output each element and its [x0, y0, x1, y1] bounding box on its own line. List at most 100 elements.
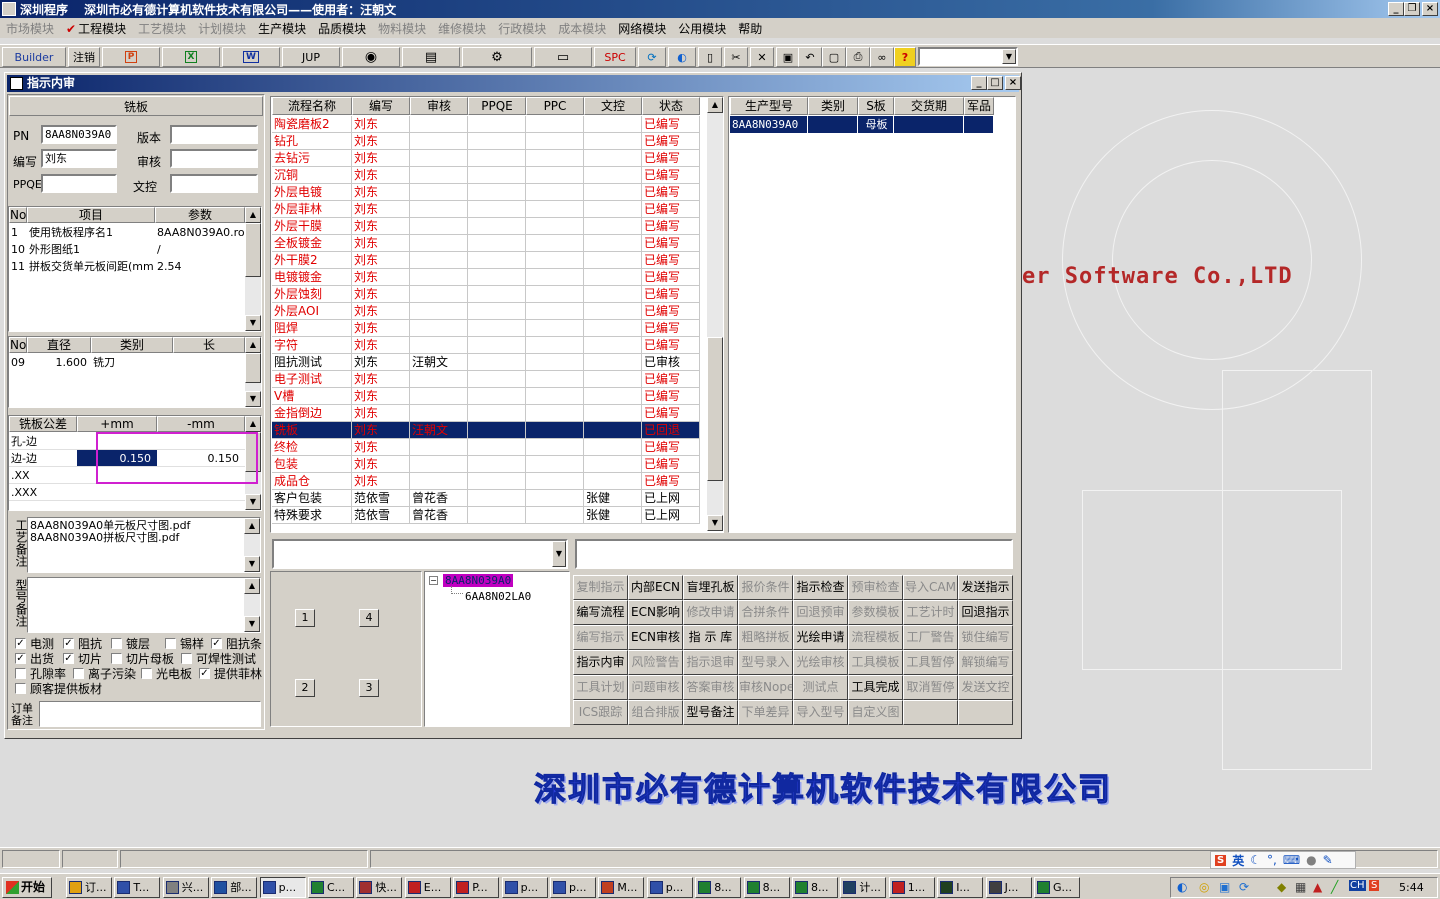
process-row[interactable]: 钻孔 刘东 已编写	[272, 133, 700, 150]
action-button[interactable]: 组合排版	[628, 700, 683, 725]
action-button[interactable]: 光绘审核	[793, 650, 848, 675]
action-button[interactable]: ECN审核	[628, 625, 683, 650]
taskbar-item[interactable]: 快...	[356, 877, 403, 898]
clock[interactable]: 5:44	[1399, 881, 1424, 894]
action-button[interactable]: 修改申请	[683, 600, 738, 625]
powerpoint-button[interactable]: P	[102, 47, 160, 67]
menu-item[interactable]: 公用模块	[672, 20, 732, 37]
process-row[interactable]: 外层干膜 刘东 已编写	[272, 218, 700, 235]
process-header-4[interactable]: PPC	[526, 97, 584, 115]
checkbox-box[interactable]	[15, 668, 26, 679]
checkbox-box[interactable]: ✓	[15, 653, 26, 664]
taskbar-item[interactable]: E...	[404, 877, 451, 898]
close-button[interactable]: ×	[1422, 2, 1438, 16]
process-combo[interactable]: ▼	[272, 539, 568, 569]
menu-item[interactable]: 计划模块	[192, 20, 252, 37]
process-row[interactable]: 电子测试 刘东 已编写	[272, 371, 700, 388]
taskbar-item[interactable]: p...	[550, 877, 596, 898]
taskbar-item[interactable]: C...	[308, 877, 354, 898]
scroll-up-icon[interactable]: ▲	[244, 518, 260, 534]
action-button[interactable]: 报价条件	[738, 575, 793, 600]
craft-note-scrollbar[interactable]: ▲ ▼	[244, 518, 260, 572]
checkbox-box[interactable]	[15, 683, 26, 694]
ime-lang[interactable]: 英	[1232, 852, 1244, 869]
scroll-up-icon[interactable]: ▲	[245, 416, 261, 432]
action-button[interactable]: 复制指示	[573, 575, 628, 600]
user-icon[interactable]: ●	[1306, 853, 1316, 867]
save-button[interactable]: ▣	[776, 47, 800, 67]
model-note-scrollbar[interactable]: ▲ ▼	[244, 578, 260, 632]
action-button[interactable]: 盲埋孔板	[683, 575, 738, 600]
scroll-down-icon[interactable]: ▼	[245, 391, 261, 407]
scroll-down-icon[interactable]: ▼	[244, 556, 260, 572]
process-row[interactable]: 外层电镀 刘东 已编写	[272, 184, 700, 201]
taskbar-item[interactable]: P...	[453, 877, 500, 898]
taskbar-item[interactable]: p...	[259, 877, 306, 898]
chevron-down-icon[interactable]: ▼	[1002, 49, 1016, 64]
checkbox-12[interactable]: ✓ 提供菲林	[199, 665, 262, 682]
tools-cell[interactable]: 1.600	[27, 354, 91, 371]
action-button[interactable]: 指示检查	[793, 575, 848, 600]
tools-cell[interactable]: 09	[9, 354, 27, 371]
checkbox-box[interactable]	[111, 653, 122, 664]
taskbar-item[interactable]: J...	[985, 877, 1032, 898]
model-tree[interactable]: − 8AA8N039A0 6AA8N02LA0	[424, 571, 570, 727]
checkbox-box[interactable]: ✓	[199, 668, 210, 679]
collapse-icon[interactable]: −	[429, 576, 438, 585]
tray-app-icon[interactable]: ╱	[1331, 880, 1338, 894]
computer-button[interactable]: ▭	[534, 47, 592, 67]
action-button[interactable]: ICS跟踪	[573, 700, 628, 725]
taskbar-item[interactable]: I...	[937, 877, 984, 898]
product-header-3[interactable]: 交货期	[894, 97, 964, 115]
process-row[interactable]: 终检 刘东 已编写	[272, 439, 700, 456]
params-cell[interactable]: 外形图纸1	[27, 241, 155, 258]
checkbox-box[interactable]: ✓	[63, 653, 74, 664]
params-cell[interactable]: 2.54	[155, 258, 245, 275]
version-field[interactable]	[170, 125, 258, 144]
process-row[interactable]: 电镀镀金 刘东 已编写	[272, 269, 700, 286]
process-row[interactable]: 陶瓷磨板2 刘东 已编写	[272, 116, 700, 133]
process-row[interactable]: 特殊要求 范依雪 曾花香 张健 已上网	[272, 507, 700, 524]
product-cell[interactable]	[964, 116, 994, 133]
menu-item[interactable]: 行政模块	[492, 20, 552, 37]
process-row[interactable]: 阻抗测试 刘东 汪朝文 已审核	[272, 354, 700, 371]
action-button[interactable]: 工具暂停	[903, 650, 958, 675]
taskbar-item[interactable]: 计...	[840, 877, 887, 898]
process-row[interactable]: 外层蚀刻 刘东 已编写	[272, 286, 700, 303]
taskbar-item[interactable]: 兴...	[162, 877, 209, 898]
taskbar-item[interactable]: p...	[646, 877, 693, 898]
taskbar-item[interactable]: 1...	[888, 877, 935, 898]
tolerance-cell[interactable]: 孔-边	[9, 433, 77, 450]
number-button-1[interactable]: 1	[295, 609, 315, 627]
action-button[interactable]: 工艺计时	[903, 600, 958, 625]
punctuation-icon[interactable]: °,	[1267, 853, 1277, 867]
help-button[interactable]: ?	[894, 47, 916, 67]
checkbox-13[interactable]: 顾客提供板材	[15, 680, 102, 697]
menu-item[interactable]: 维修模块	[432, 20, 492, 37]
taskbar-item[interactable]: 8...	[695, 877, 742, 898]
menu-item[interactable]: 品质模块	[312, 20, 372, 37]
taskbar-item[interactable]: G...	[1034, 877, 1080, 898]
checkbox-11[interactable]: 光电板	[141, 665, 192, 682]
action-button[interactable]: 发送文控	[958, 675, 1013, 700]
action-button[interactable]: 工具完成	[848, 675, 903, 700]
action-button[interactable]: 光绘申请	[793, 625, 848, 650]
checkbox-box[interactable]: ✓	[63, 638, 74, 649]
product-header-4[interactable]: 军品	[964, 97, 994, 115]
taskbar-item[interactable]: T...	[114, 877, 161, 898]
scroll-down-icon[interactable]: ▼	[245, 315, 261, 331]
spc-button[interactable]: SPC	[594, 47, 636, 67]
params-grid[interactable]: No 项目 参数 1 使用铣板程序名1 8AA8N039A0.rou 10 外形图纸1/…	[8, 206, 262, 332]
print-button[interactable]: ⎙	[846, 47, 870, 67]
menu-item[interactable]: ✔ 工程模块	[60, 20, 132, 37]
action-button[interactable]: 回退预审	[793, 600, 848, 625]
params-cell[interactable]: 8AA8N039A0.rou	[155, 224, 245, 241]
ie-button[interactable]: ◐	[668, 47, 696, 67]
taskbar-item[interactable]: 8...	[792, 877, 838, 898]
taskbar-item[interactable]: 8...	[743, 877, 790, 898]
delete-button[interactable]: ✕	[750, 47, 774, 67]
action-button[interactable]: 解锁编写	[958, 650, 1013, 675]
taskbar-item[interactable]: M...	[598, 877, 645, 898]
product-cell[interactable]	[894, 116, 964, 133]
scroll-up-icon[interactable]: ▲	[245, 337, 261, 353]
